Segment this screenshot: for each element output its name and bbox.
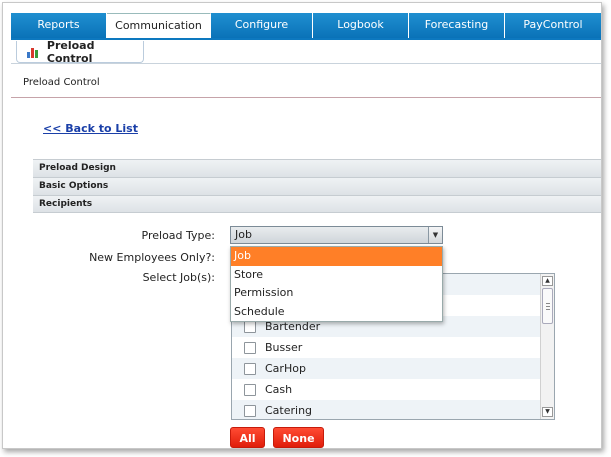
accordion-recipients[interactable]: Recipients <box>33 195 601 213</box>
job-label: CarHop <box>265 362 306 375</box>
dropdown-option-permission[interactable]: Permission <box>231 284 442 303</box>
job-label: Busser <box>265 341 303 354</box>
app-window: Reports Communication Configure Logbook … <box>2 2 602 449</box>
subtab-divider <box>11 63 601 64</box>
dropdown-option-schedule[interactable]: Schedule <box>231 303 442 322</box>
preload-type-select[interactable]: Job ▼ <box>230 226 443 244</box>
scroll-thumb[interactable] <box>542 288 553 324</box>
job-list-scrollbar[interactable]: ▲ ▼ <box>540 274 554 419</box>
job-label: Cash <box>265 383 293 396</box>
subtab-label: Preload Control <box>46 38 95 65</box>
dropdown-option-store[interactable]: Store <box>231 266 442 285</box>
select-none-button[interactable]: None <box>273 427 324 448</box>
bar-chart-icon <box>27 46 41 58</box>
accordion-preload-design[interactable]: Preload Design <box>33 159 601 177</box>
job-checkbox[interactable] <box>244 362 256 375</box>
tab-reports[interactable]: Reports <box>11 13 107 38</box>
subtab-preload-control[interactable]: Preload Control <box>16 38 144 65</box>
list-item[interactable]: Busser <box>232 337 540 358</box>
tab-forecasting[interactable]: Forecasting <box>409 13 505 38</box>
preload-type-dropdown-menu: Job Store Permission Schedule <box>230 246 443 322</box>
list-item[interactable]: Catering <box>232 400 540 419</box>
select-jobs-label: Select Job(s): <box>142 271 215 284</box>
preload-type-value: Job <box>235 228 252 241</box>
job-checkbox[interactable] <box>244 320 256 333</box>
job-checkbox[interactable] <box>244 404 256 417</box>
list-item[interactable]: CarHop <box>232 358 540 379</box>
top-nav: Reports Communication Configure Logbook … <box>11 13 601 38</box>
scroll-down-icon[interactable]: ▼ <box>542 407 553 417</box>
title-divider <box>11 97 601 98</box>
accordion-basic-options[interactable]: Basic Options <box>33 177 601 195</box>
dropdown-option-job[interactable]: Job <box>231 247 442 266</box>
page-title: Preload Control <box>23 77 100 88</box>
preload-type-label: Preload Type: <box>141 229 215 242</box>
tab-communication[interactable]: Communication <box>107 13 211 38</box>
new-employees-label: New Employees Only?: <box>89 251 215 264</box>
back-to-list-link[interactable]: << Back to List <box>43 122 138 135</box>
chevron-down-icon[interactable]: ▼ <box>428 227 442 243</box>
scroll-up-icon[interactable]: ▲ <box>542 276 553 286</box>
tab-paycontrol[interactable]: PayControl <box>505 13 601 38</box>
tab-configure[interactable]: Configure <box>211 13 313 38</box>
list-item[interactable]: Cash <box>232 379 540 400</box>
job-label: Catering <box>265 404 313 417</box>
tab-logbook[interactable]: Logbook <box>313 13 409 38</box>
job-checkbox[interactable] <box>244 341 256 354</box>
job-checkbox[interactable] <box>244 383 256 396</box>
select-all-button[interactable]: All <box>230 427 265 448</box>
